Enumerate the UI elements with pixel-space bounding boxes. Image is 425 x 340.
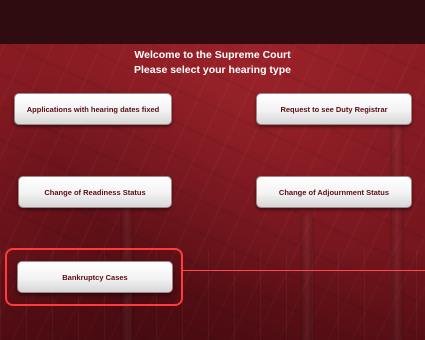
highlight-box <box>5 248 183 306</box>
kiosk-screen: Welcome to the Supreme Court Please sele… <box>0 0 425 340</box>
duty-registrar-button[interactable]: Request to see Duty Registrar <box>256 93 412 125</box>
highlight-callout-line <box>183 270 425 271</box>
welcome-title: Welcome to the Supreme Court <box>134 49 291 61</box>
top-bar <box>0 0 425 44</box>
background-pillar <box>390 120 404 340</box>
readiness-status-button[interactable]: Change of Readiness Status <box>18 176 172 208</box>
applications-hearing-dates-button[interactable]: Applications with hearing dates fixed <box>14 93 172 125</box>
page-heading: Welcome to the Supreme Court Please sele… <box>0 48 425 78</box>
background-pillar <box>300 215 314 340</box>
adjournment-status-button[interactable]: Change of Adjournment Status <box>256 176 412 208</box>
instruction-text: Please select your hearing type <box>134 64 291 76</box>
